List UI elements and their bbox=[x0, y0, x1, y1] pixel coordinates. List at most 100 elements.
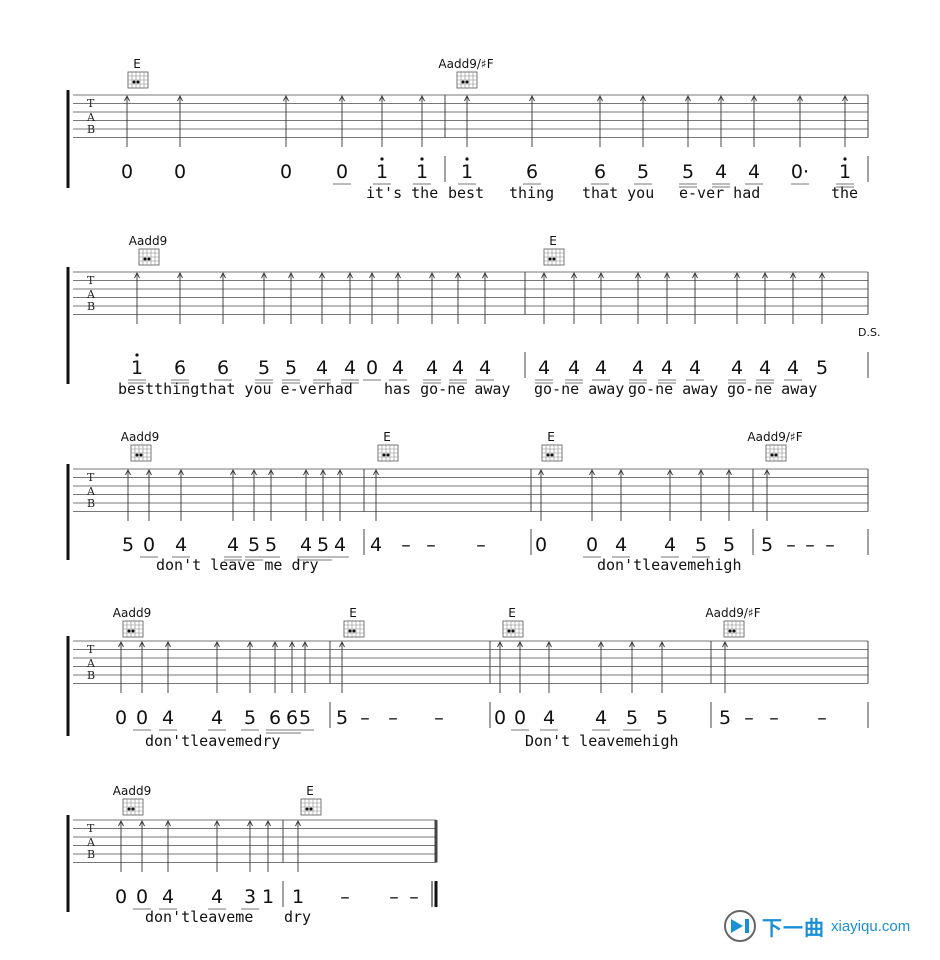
lyric-text: e-ver had bbox=[679, 184, 760, 202]
jianpu-note: 4 bbox=[615, 534, 627, 556]
jianpu-note: 6 bbox=[526, 161, 538, 183]
jianpu-note: – bbox=[825, 534, 835, 556]
octave-dot bbox=[465, 157, 469, 161]
jianpu-note: 5 bbox=[816, 357, 828, 379]
chord-finger-dot bbox=[386, 453, 390, 457]
jianpu-note: 0 bbox=[136, 707, 148, 729]
chord-name: Aadd9 bbox=[113, 784, 151, 798]
lyric-text: don't leave me dry bbox=[156, 556, 319, 574]
lyric-text: best bbox=[448, 184, 484, 202]
jianpu-note: 4 bbox=[211, 886, 223, 908]
lyric-text: has go-ne away bbox=[384, 380, 510, 398]
jianpu-note: 0 bbox=[586, 534, 598, 556]
jianpu-note: 5 bbox=[723, 534, 735, 556]
chord-name: E bbox=[133, 57, 141, 71]
jianpu-note: 1 bbox=[416, 161, 428, 183]
jianpu-note: 0· bbox=[791, 161, 809, 183]
chord-finger-dot bbox=[127, 629, 131, 633]
tab-label-b: B bbox=[87, 848, 95, 861]
chord-finger-dot bbox=[507, 629, 511, 633]
jianpu-note: 5 bbox=[244, 707, 256, 729]
jianpu-note: 4 bbox=[344, 357, 356, 379]
chord-finger-dot bbox=[382, 453, 386, 457]
chord-finger-dot bbox=[511, 629, 515, 633]
jianpu-note: 6 bbox=[269, 707, 281, 729]
chord-finger-dot bbox=[461, 80, 465, 84]
jianpu-note: 4 bbox=[759, 357, 771, 379]
ds-marking: D.S. bbox=[858, 326, 880, 339]
jianpu-note: 4 bbox=[632, 357, 644, 379]
chord-name: E bbox=[306, 784, 314, 798]
jianpu-note: 4 bbox=[316, 357, 328, 379]
chord-finger-dot bbox=[732, 629, 736, 633]
jianpu-note: 5 bbox=[122, 534, 134, 556]
jianpu-note: – bbox=[389, 886, 399, 908]
jianpu-note: – bbox=[817, 707, 827, 729]
jianpu-note: 0 bbox=[115, 886, 127, 908]
jianpu-note: 0 bbox=[366, 357, 378, 379]
jianpu-note: 4 bbox=[715, 161, 727, 183]
jianpu-note: 5 bbox=[656, 707, 668, 729]
jianpu-note: 4 bbox=[568, 357, 580, 379]
chord-finger-dot bbox=[348, 629, 352, 633]
chord-finger-dot bbox=[131, 807, 135, 811]
lyric-text: don'tleavemehigh bbox=[597, 556, 742, 574]
jianpu-note: – bbox=[805, 534, 815, 556]
chord-name: Aadd9/♯F bbox=[705, 606, 760, 620]
jianpu-note: 5 bbox=[248, 534, 260, 556]
tab-label-b: B bbox=[87, 300, 95, 313]
lyric-text: Don't leavemehigh bbox=[525, 732, 679, 750]
jianpu-note: 6 bbox=[286, 707, 298, 729]
chord-finger-dot bbox=[147, 257, 151, 261]
jianpu-note: 4 bbox=[334, 534, 346, 556]
chord-finger-dot bbox=[305, 807, 309, 811]
chord-name: Aadd9 bbox=[129, 234, 167, 248]
chord-name: E bbox=[508, 606, 516, 620]
chord-name: Aadd9/♯F bbox=[747, 430, 802, 444]
jianpu-note: 5 bbox=[258, 357, 270, 379]
lyric-text: dry bbox=[284, 908, 311, 926]
site-logo[interactable]: 下一曲 xiayiqu.com bbox=[724, 910, 910, 942]
jianpu-note: – bbox=[434, 707, 444, 729]
tab-label-b: B bbox=[87, 123, 95, 136]
jianpu-note: 4 bbox=[426, 357, 438, 379]
jianpu-note: – bbox=[476, 534, 486, 556]
chord-finger-dot bbox=[136, 80, 140, 84]
jianpu-note: – bbox=[744, 707, 754, 729]
jianpu-note: 0 bbox=[514, 707, 526, 729]
lyric-text: the bbox=[831, 184, 858, 202]
chord-name: Aadd9 bbox=[121, 430, 159, 444]
jianpu-note: 5 bbox=[265, 534, 277, 556]
chord-finger-dot bbox=[770, 453, 774, 457]
chord-finger-dot bbox=[127, 807, 131, 811]
jianpu-note: 4 bbox=[452, 357, 464, 379]
jianpu-note: – bbox=[388, 707, 398, 729]
jianpu-note: 3 bbox=[244, 886, 256, 908]
jianpu-note: 0 bbox=[494, 707, 506, 729]
jianpu-note: 5 bbox=[626, 707, 638, 729]
jianpu-note: 5 bbox=[761, 534, 773, 556]
jianpu-note: 4 bbox=[392, 357, 404, 379]
jianpu-note: – bbox=[409, 886, 419, 908]
jianpu-note: 4 bbox=[211, 707, 223, 729]
logo-chinese-text: 下一曲 bbox=[762, 915, 825, 940]
jianpu-note: 4 bbox=[731, 357, 743, 379]
jianpu-note: 1 bbox=[839, 161, 851, 183]
lyric-text: don'tleaveme bbox=[145, 908, 253, 926]
chord-finger-dot bbox=[309, 807, 313, 811]
jianpu-note: 5 bbox=[695, 534, 707, 556]
tab-label-b: B bbox=[87, 497, 95, 510]
tab-label-t: T bbox=[87, 274, 95, 287]
jianpu-note: 5 bbox=[637, 161, 649, 183]
lyric-text: go-ne away bbox=[628, 380, 718, 398]
jianpu-note: 4 bbox=[162, 886, 174, 908]
jianpu-note: 4 bbox=[787, 357, 799, 379]
lyric-text: that you bbox=[582, 184, 654, 202]
chord-name: Aadd9/♯F bbox=[438, 57, 493, 71]
jianpu-note: 6 bbox=[174, 357, 186, 379]
jianpu-note: 5 bbox=[299, 707, 311, 729]
jianpu-note: 0 bbox=[143, 534, 155, 556]
chord-finger-dot bbox=[143, 257, 147, 261]
jianpu-note: 4 bbox=[595, 707, 607, 729]
chord-finger-dot bbox=[548, 257, 552, 261]
